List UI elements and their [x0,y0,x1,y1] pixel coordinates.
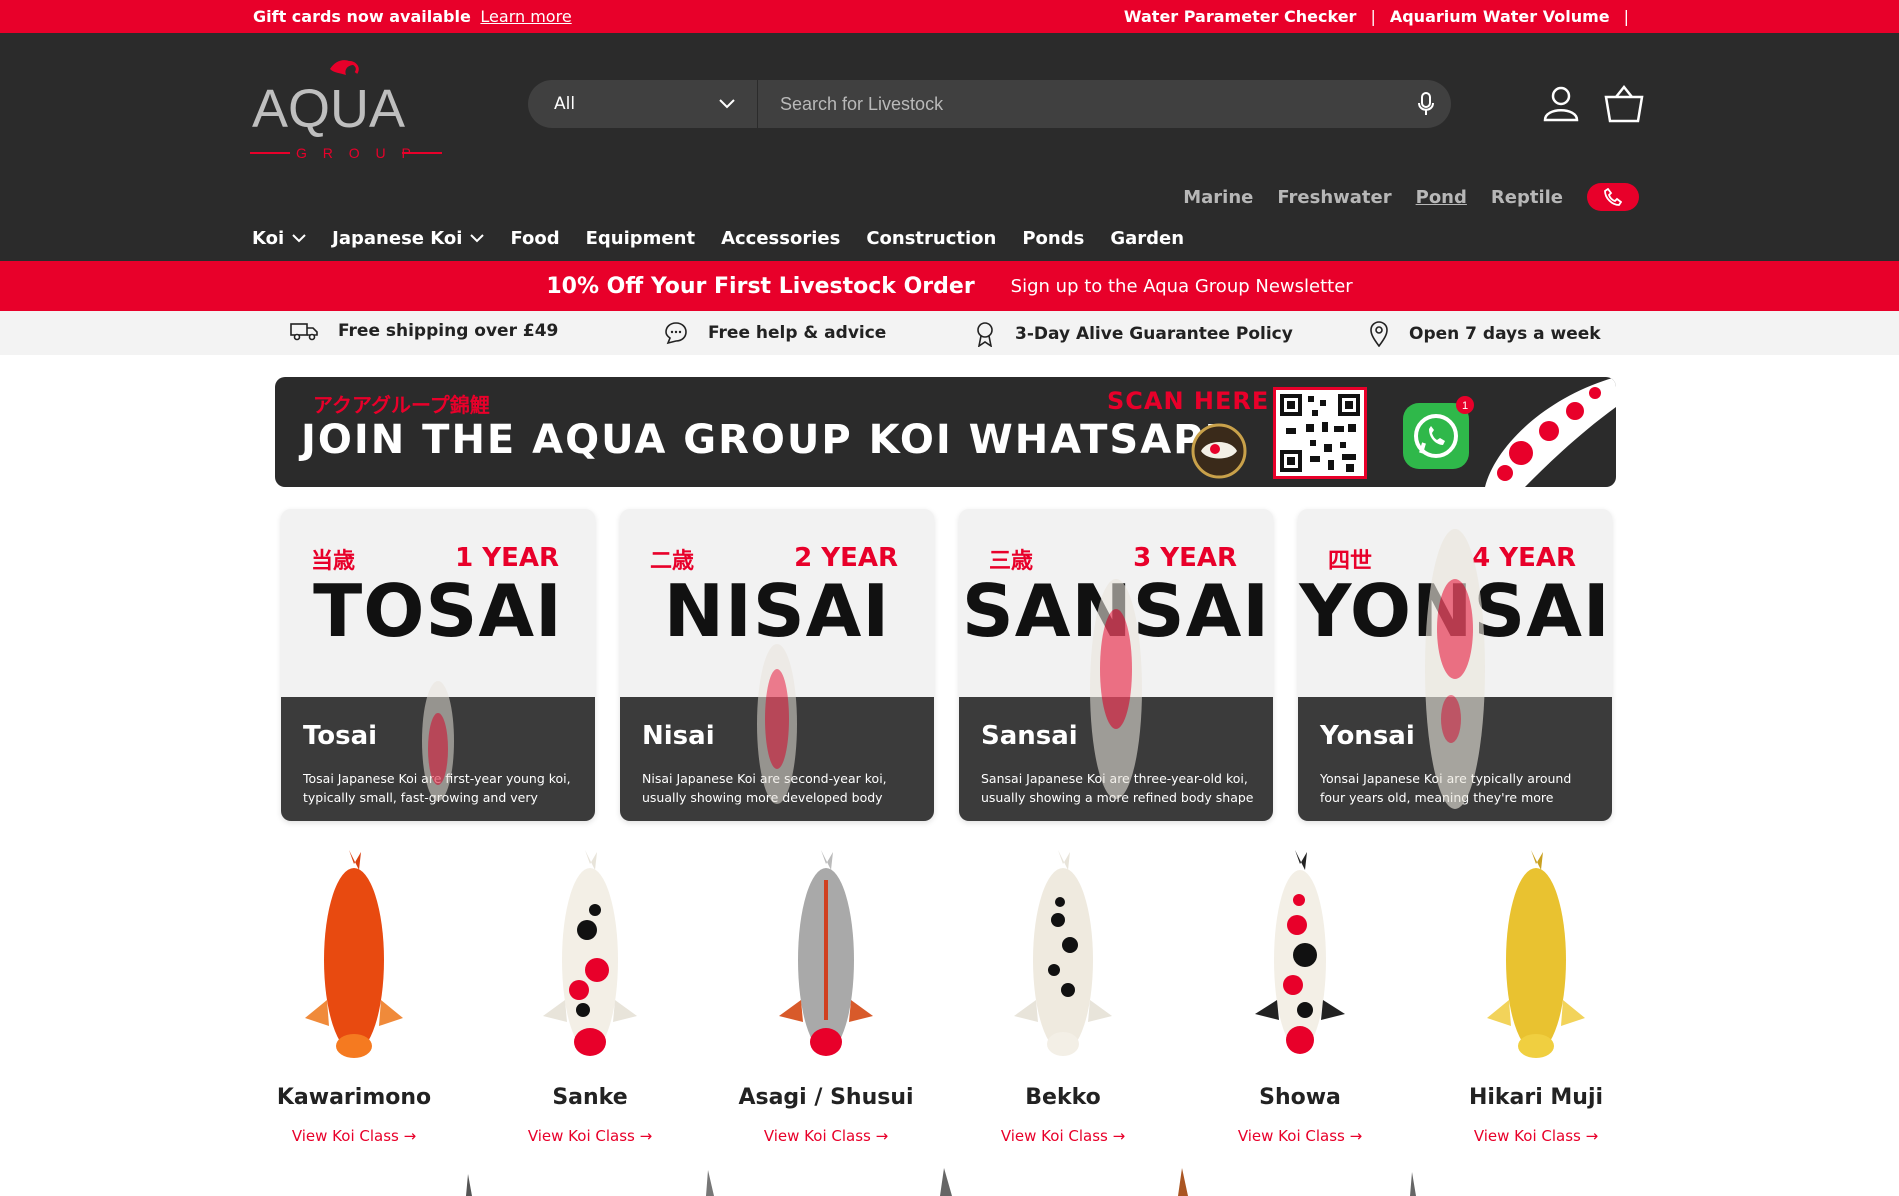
usp-free-help: Free help & advice [664,321,886,345]
utility-links: Water Parameter Checker | Aquarium Water… [1124,7,1629,26]
age-name: Sansai [981,721,1078,751]
link-separator: | [1370,7,1376,26]
usp-label: Free help & advice [708,323,887,343]
logo-subtext: G R O U P [296,145,417,161]
qr-code-icon [1273,387,1367,479]
learn-more-link[interactable]: Learn more [480,7,571,26]
nav-equipment[interactable]: Equipment [586,228,695,249]
age-name: Yonsai [1320,721,1415,751]
koi-image [1425,529,1485,809]
variety-name: Hikari Muji [1468,1085,1604,1110]
variety-kawarimono[interactable]: Kawarimono View Koi Class → [244,850,464,1150]
variety-name: Sanke [552,1085,628,1110]
age-name: Nisai [642,721,715,751]
water-parameter-checker-link[interactable]: Water Parameter Checker [1124,7,1357,26]
usp-open-days: Open 7 days a week [1369,321,1601,347]
section-switcher: Marine Freshwater Pond Reptile [1183,183,1639,211]
age-card-yonsai[interactable]: 四世 4 YEAR YONSAI Yonsai Yonsai Japanese … [1298,509,1612,821]
search-input[interactable] [758,80,1401,128]
view-koi-class-link[interactable]: View Koi Class → [1426,1127,1646,1145]
nav-japanese-koi[interactable]: Japanese Koi [332,228,485,249]
award-icon [977,322,993,347]
nav-ponds[interactable]: Ponds [1022,228,1084,249]
section-pond[interactable]: Pond [1416,187,1467,208]
koi-image [1487,850,1585,1058]
usp-label: 3-Day Alive Guarantee Policy [1015,324,1293,344]
scan-here-label: SCAN HERE [1107,387,1270,415]
banner-title: JOIN THE AQUA GROUP KOI WHATSAPP [301,417,1236,463]
koi-image [1014,850,1112,1056]
view-koi-class-link[interactable]: View Koi Class → [244,1127,464,1145]
koi-image [757,644,797,804]
link-separator: | [1623,7,1629,26]
section-freshwater[interactable]: Freshwater [1277,187,1391,208]
section-marine[interactable]: Marine [1183,187,1253,208]
gift-card-text: Gift cards now available [253,7,471,26]
truck-icon [290,323,318,341]
variety-asagi-shusui[interactable]: Asagi / Shusui View Koi Class → [716,850,936,1150]
aqua-group-logo[interactable]: AQUA G R O U P [250,55,442,165]
usp-guarantee: 3-Day Alive Guarantee Policy [975,321,1293,347]
variety-showa[interactable]: Showa View Koi Class → [1190,850,1410,1150]
koi-image [779,850,873,1056]
age-name: Tosai [303,721,378,751]
chevron-down-icon [470,234,485,243]
chevron-down-icon [292,234,306,243]
koi-badge-icon [1191,423,1247,479]
announcement-bar: Gift cards now available Learn more Wate… [0,0,1899,33]
variety-name: Bekko [1025,1085,1101,1110]
usp-bar: Free shipping over £49 Free help & advic… [0,311,1899,355]
koi-image [543,850,637,1056]
variety-bekko[interactable]: Bekko View Koi Class → [953,850,1173,1150]
view-koi-class-link[interactable]: View Koi Class → [953,1127,1173,1145]
variety-name: Kawarimono [276,1085,432,1110]
banner-japanese-text: アクアグループ錦鯉 [313,393,490,417]
usp-free-shipping: Free shipping over £49 [290,321,558,341]
view-koi-class-link[interactable]: View Koi Class → [716,1127,936,1145]
account-icon[interactable] [1542,85,1580,123]
newsletter-promo-bar[interactable]: 10% Off Your First Livestock Order Sign … [0,261,1899,311]
koi-image [305,850,403,1058]
whatsapp-banner[interactable]: アクアグループ錦鯉 JOIN THE AQUA GROUP KOI WHATSA… [275,377,1616,487]
nav-garden[interactable]: Garden [1110,228,1184,249]
koi-image [1090,579,1142,799]
promo-subtext: Sign up to the Aqua Group Newsletter [1010,275,1353,297]
search-category-select[interactable]: All [528,80,758,128]
nav-koi[interactable]: Koi [252,228,306,249]
aquarium-water-volume-link[interactable]: Aquarium Water Volume [1390,7,1610,26]
microphone-icon[interactable] [1401,92,1451,116]
usp-label: Free shipping over £49 [338,321,559,341]
logo-text: AQUA [252,79,405,139]
chat-icon [665,322,687,345]
promo-headline: 10% Off Your First Livestock Order [546,273,975,299]
usp-label: Open 7 days a week [1409,324,1601,344]
variety-sanke[interactable]: Sanke View Koi Class → [480,850,700,1150]
chevron-down-icon [719,99,735,109]
variety-name: Asagi / Shusui [738,1085,914,1110]
age-card-tosai[interactable]: 当歳 1 YEAR TOSAI Tosai Tosai Japanese Koi… [281,509,595,821]
section-reptile[interactable]: Reptile [1491,187,1563,208]
nav-construction[interactable]: Construction [866,228,996,249]
age-card-sansai[interactable]: 三歳 3 YEAR SANSAI Sansai Sansai Japanese … [959,509,1273,821]
nav-accessories[interactable]: Accessories [721,228,840,249]
main-navigation: Koi Japanese Koi Food Equipment Accessor… [252,228,1184,249]
view-koi-class-link[interactable]: View Koi Class → [1190,1127,1410,1145]
variety-name: Showa [1259,1085,1341,1110]
age-card-nisai[interactable]: 二歳 2 YEAR NISAI Nisai Nisai Japanese Koi… [620,509,934,821]
cart-icon[interactable] [1604,85,1644,123]
phone-icon [1604,188,1622,206]
location-pin-icon [1370,321,1388,347]
nav-food[interactable]: Food [510,228,559,249]
koi-image [422,681,454,801]
site-header: AQUA G R O U P All Marine Freshwater Pon… [0,33,1899,261]
variety-hikari-muji[interactable]: Hikari Muji View Koi Class → [1426,850,1646,1150]
view-koi-class-link[interactable]: View Koi Class → [480,1127,700,1145]
phone-button[interactable] [1587,183,1639,211]
koi-illustration [1485,377,1616,487]
next-row-koi-tails [466,1168,1416,1196]
search-category-value: All [554,94,576,114]
search-bar: All [528,80,1451,128]
koi-image [1255,850,1345,1054]
gift-card-announcement: Gift cards now available Learn more [253,7,572,26]
